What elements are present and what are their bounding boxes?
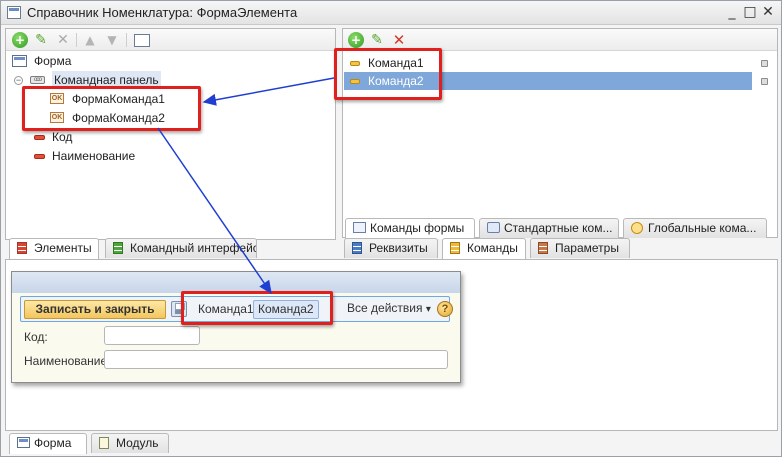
connector-arrows <box>157 77 335 295</box>
arrow-to-preview-line <box>157 127 272 295</box>
arrow-to-tree-line <box>202 77 335 106</box>
main-window: Справочник Номенклатура: ФормаЭлемента _… <box>0 0 782 457</box>
